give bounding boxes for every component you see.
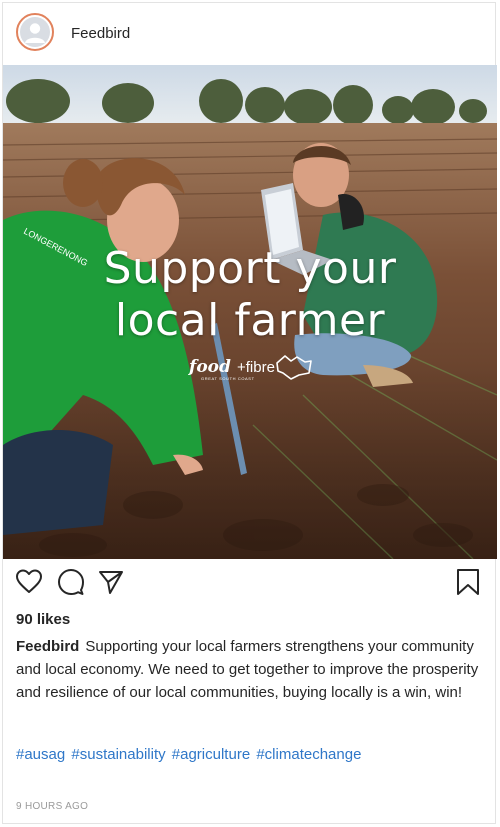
hashtag-link[interactable]: #climatechange [256,746,361,763]
food-fibre-logo: food +fibre GREAT SOUTH COAST [189,355,319,385]
likes-count[interactable]: 90 likes [16,611,70,628]
post-header: Feedbird [3,3,495,65]
hashtag-link[interactable]: #sustainability [71,746,165,763]
logo-tagline: GREAT SOUTH COAST [201,376,255,381]
like-button[interactable] [15,568,45,598]
logo-fibre-text: +fibre [237,359,275,376]
profile-avatar[interactable] [16,13,54,51]
user-avatar-icon [20,17,50,47]
action-bar [3,568,495,604]
region-map-icon [276,355,312,380]
image-overlay-title: Support your local farmer [3,243,497,347]
post-caption: Feedbird Supporting your local farmers st… [16,635,481,704]
comment-icon [58,569,84,595]
heart-icon [16,569,42,593]
post-card: Feedbird LONGERENONG Support your local … [2,2,497,824]
overlay-line-2: local farmer [114,295,386,346]
hashtag-link[interactable]: #agriculture [172,746,250,763]
logo-food-text: food [189,357,231,377]
hashtag-list: #ausag #sustainability #agriculture #cli… [16,746,363,763]
post-timestamp[interactable]: 9 HOURS AGO [16,801,88,812]
overlay-line-1: Support your [103,243,397,294]
post-image[interactable]: LONGERENONG Support your local farmer fo… [3,65,497,559]
caption-text: Supporting your local farmers strengthen… [16,638,479,701]
hashtag-link[interactable]: #ausag [16,746,65,763]
bookmark-icon [457,569,479,595]
save-button[interactable] [455,568,485,598]
send-icon [99,571,123,594]
share-button[interactable] [97,568,127,598]
caption-username[interactable]: Feedbird [16,638,79,655]
comment-button[interactable] [57,568,87,598]
username[interactable]: Feedbird [71,25,130,42]
